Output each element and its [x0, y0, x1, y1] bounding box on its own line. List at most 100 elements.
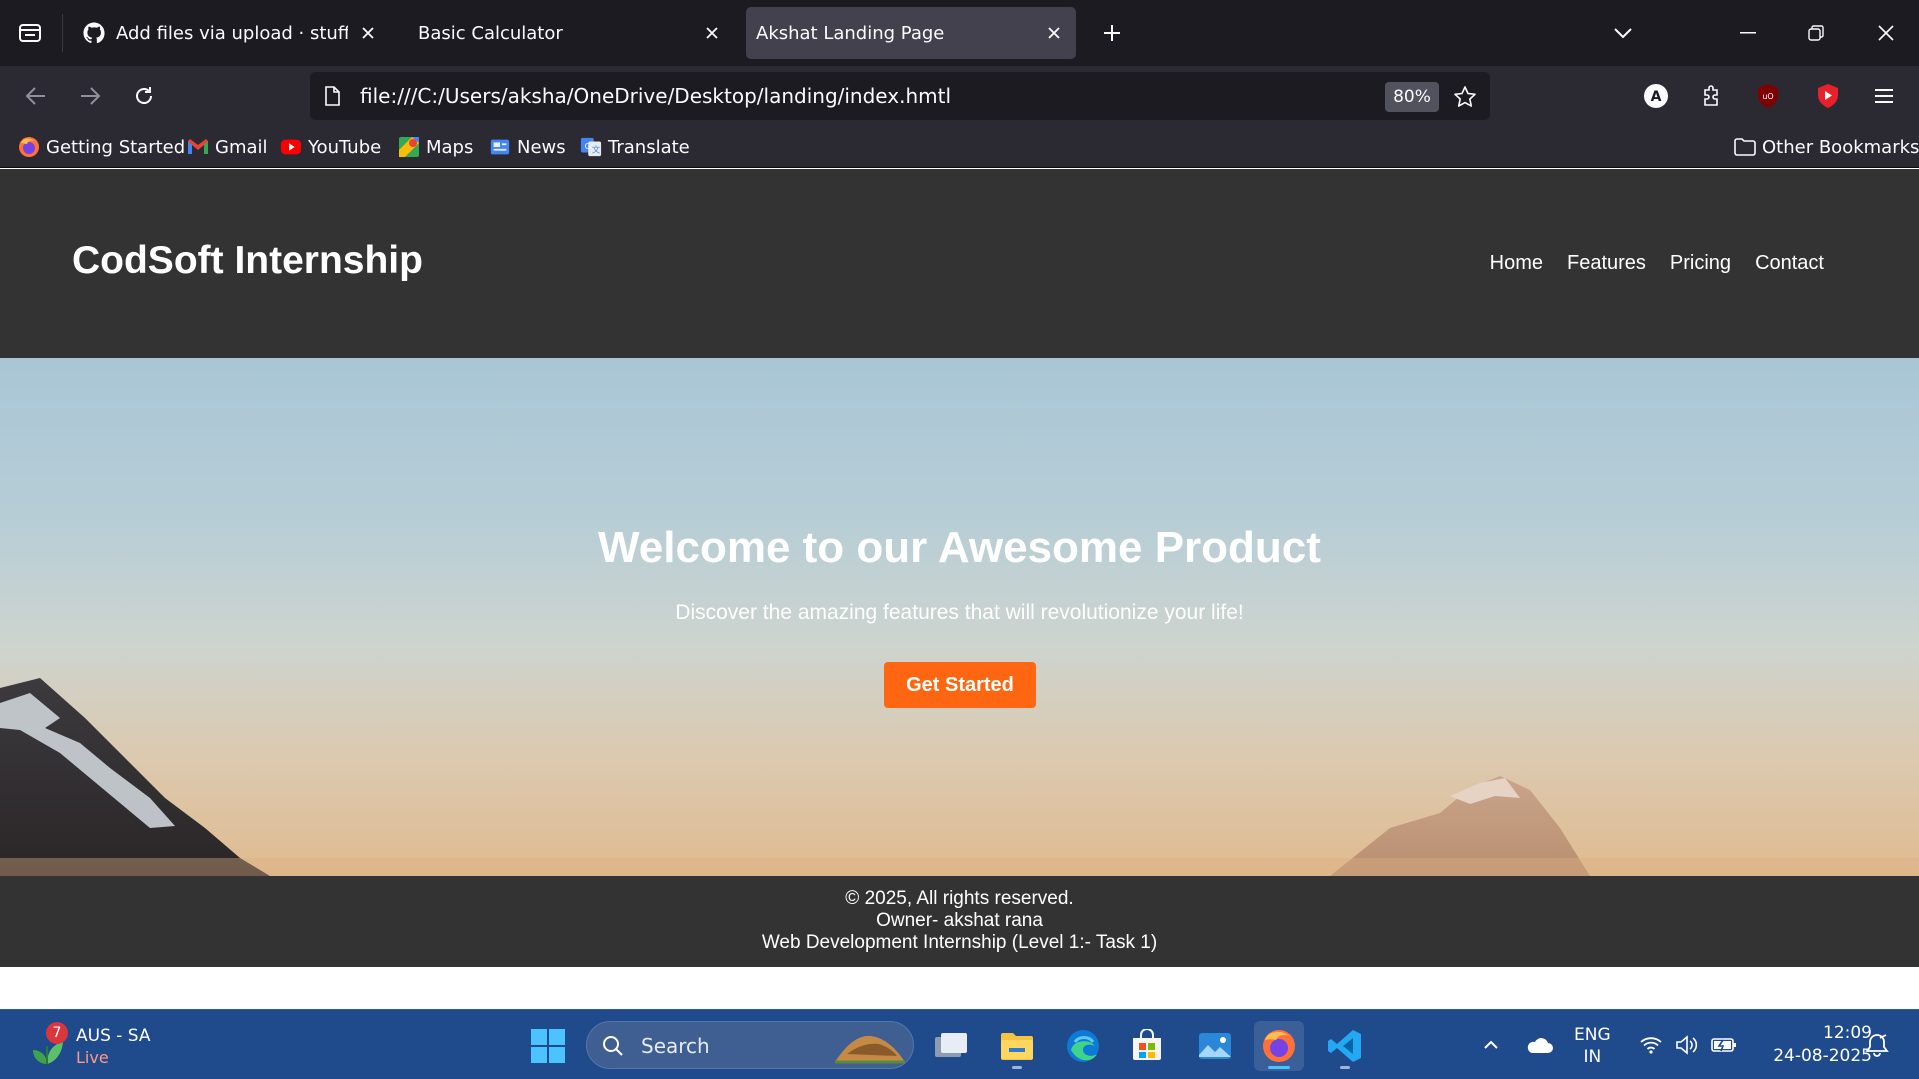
weather-status: Live — [76, 1048, 109, 1067]
task-view-icon — [935, 1033, 967, 1057]
search-highlight-image — [835, 1035, 905, 1064]
edge-icon — [1067, 1030, 1099, 1062]
firefox-taskbar-button[interactable] — [1254, 1021, 1304, 1071]
notifications-bell-icon[interactable] — [1864, 1032, 1890, 1058]
windows-taskbar: 7 AUS - SA Live Search ENG IN 12:09 24-0… — [0, 1009, 1919, 1079]
wifi-status[interactable] — [1636, 1010, 1666, 1079]
language-code: ENG — [1574, 1025, 1611, 1045]
weather-widget[interactable]: 7 AUS - SA Live — [28, 1022, 178, 1068]
tab-title: Basic Calculator — [418, 22, 563, 44]
zoom-level-button[interactable]: 80% — [1385, 82, 1439, 112]
speaker-icon — [1676, 1035, 1698, 1055]
get-started-button[interactable]: Get Started — [884, 662, 1036, 708]
volume-status[interactable] — [1672, 1010, 1702, 1079]
hero-subtitle: Discover the amazing features that will … — [675, 601, 1244, 624]
photos-icon — [1199, 1033, 1231, 1059]
start-button[interactable] — [526, 1024, 570, 1068]
bookmark-label: Gmail — [215, 136, 268, 158]
youtube-extension[interactable] — [1808, 76, 1848, 116]
bookmark-gmail[interactable]: Gmail — [187, 134, 268, 160]
bookmark-translate[interactable]: G文 Translate — [580, 134, 690, 160]
red-play-shield-icon — [1818, 84, 1838, 108]
bookmark-news[interactable]: News — [489, 134, 566, 160]
wifi-icon — [1640, 1037, 1662, 1054]
youtube-icon — [280, 136, 302, 158]
tab-title: Akshat Landing Page — [756, 22, 945, 44]
browser-tab-bar: Add files via upload · stuffrandom Basic… — [0, 0, 1919, 66]
restore-button[interactable] — [1796, 14, 1836, 52]
site-nav: Home Features Pricing Contact — [1490, 252, 1824, 275]
weather-location: AUS - SA — [76, 1026, 151, 1046]
avatar: A — [1644, 84, 1668, 108]
system-clock[interactable]: 12:09 24-08-2025 — [1752, 1022, 1872, 1068]
vscode-button[interactable] — [1320, 1021, 1370, 1071]
edge-button[interactable] — [1058, 1021, 1108, 1071]
search-placeholder: Search — [641, 1034, 710, 1058]
back-button[interactable] — [16, 76, 56, 116]
region-code: IN — [1583, 1047, 1602, 1067]
tab-basic-calculator[interactable]: Basic Calculator — [408, 7, 734, 59]
hero-title: Welcome to our Awesome Product — [598, 523, 1321, 572]
arrow-right-icon — [81, 87, 101, 105]
minimize-button[interactable] — [1728, 14, 1768, 52]
task-view-button[interactable] — [926, 1021, 976, 1071]
bookmark-label: Maps — [426, 136, 474, 158]
onedrive-button[interactable] — [1522, 1010, 1556, 1079]
ublock-origin-extension[interactable]: uO — [1748, 76, 1788, 116]
site-footer: © 2025, All rights reserved. Owner- aksh… — [0, 876, 1919, 967]
reload-button[interactable] — [124, 76, 164, 116]
address-bar[interactable]: file:///C:/Users/aksha/OneDrive/Desktop/… — [310, 72, 1490, 120]
close-icon[interactable] — [356, 21, 380, 45]
file-explorer-button[interactable] — [992, 1021, 1042, 1071]
close-icon[interactable] — [1042, 21, 1066, 45]
bookmark-youtube[interactable]: YouTube — [280, 134, 381, 160]
svg-text:A: A — [1651, 89, 1662, 105]
tab-akshat-landing-page[interactable]: Akshat Landing Page — [746, 7, 1076, 59]
input-language-indicator[interactable]: ENG IN — [1574, 1024, 1611, 1068]
url-text[interactable]: file:///C:/Users/aksha/OneDrive/Desktop/… — [360, 84, 951, 108]
battery-status[interactable] — [1708, 1010, 1740, 1079]
bookmark-label: Translate — [608, 136, 690, 158]
bookmark-label: Getting Started — [46, 136, 186, 158]
page-icon[interactable] — [320, 84, 344, 108]
close-window-button[interactable] — [1866, 14, 1906, 52]
windows-logo-icon — [531, 1029, 565, 1063]
gmail-icon — [187, 136, 209, 158]
reload-icon — [136, 87, 152, 104]
list-all-tabs-button[interactable] — [1603, 14, 1643, 52]
clock-date: 24-08-2025 — [1773, 1046, 1872, 1066]
site-header: CodSoft Internship Home Features Pricing… — [0, 169, 1919, 358]
show-hidden-icons-button[interactable] — [1474, 1010, 1508, 1079]
bookmark-getting-started[interactable]: Getting Started — [18, 134, 185, 160]
arrow-left-icon — [25, 87, 45, 105]
notification-count-badge: 7 — [46, 1022, 68, 1044]
hero-section: Welcome to our Awesome Product Discover … — [0, 358, 1919, 876]
photos-button[interactable] — [1190, 1021, 1240, 1071]
microsoft-store-button[interactable] — [1122, 1021, 1172, 1071]
tab-github[interactable]: Add files via upload · stuffrandom — [72, 7, 390, 59]
forward-button[interactable] — [70, 76, 110, 116]
footer-owner: Owner- akshat rana — [876, 910, 1043, 931]
nav-pricing[interactable]: Pricing — [1670, 252, 1731, 275]
firefox-view-icon — [19, 24, 41, 42]
new-tab-button[interactable] — [1096, 17, 1128, 49]
firefox-view-button[interactable] — [12, 16, 48, 50]
folder-icon — [1001, 1033, 1033, 1060]
footer-copyright: © 2025, All rights reserved. — [845, 888, 1074, 909]
github-icon — [82, 21, 106, 45]
nav-features[interactable]: Features — [1567, 252, 1646, 275]
taskbar-search-box[interactable]: Search — [586, 1021, 914, 1069]
nav-home[interactable]: Home — [1490, 252, 1543, 275]
maps-icon — [398, 136, 420, 158]
other-bookmarks-folder[interactable]: Other Bookmarks — [1734, 134, 1919, 160]
close-icon[interactable] — [700, 21, 724, 45]
browser-toolbar: file:///C:/Users/aksha/OneDrive/Desktop/… — [0, 66, 1919, 126]
extensions-button[interactable] — [1692, 76, 1732, 116]
bookmark-star-icon[interactable] — [1450, 82, 1480, 112]
store-icon — [1133, 1029, 1161, 1060]
footer-internship: Web Development Internship (Level 1:- Ta… — [761, 932, 1158, 953]
nav-contact[interactable]: Contact — [1755, 252, 1824, 275]
app-menu-button[interactable] — [1864, 76, 1904, 116]
account-button[interactable]: A — [1636, 76, 1676, 116]
bookmark-maps[interactable]: Maps — [398, 134, 473, 160]
